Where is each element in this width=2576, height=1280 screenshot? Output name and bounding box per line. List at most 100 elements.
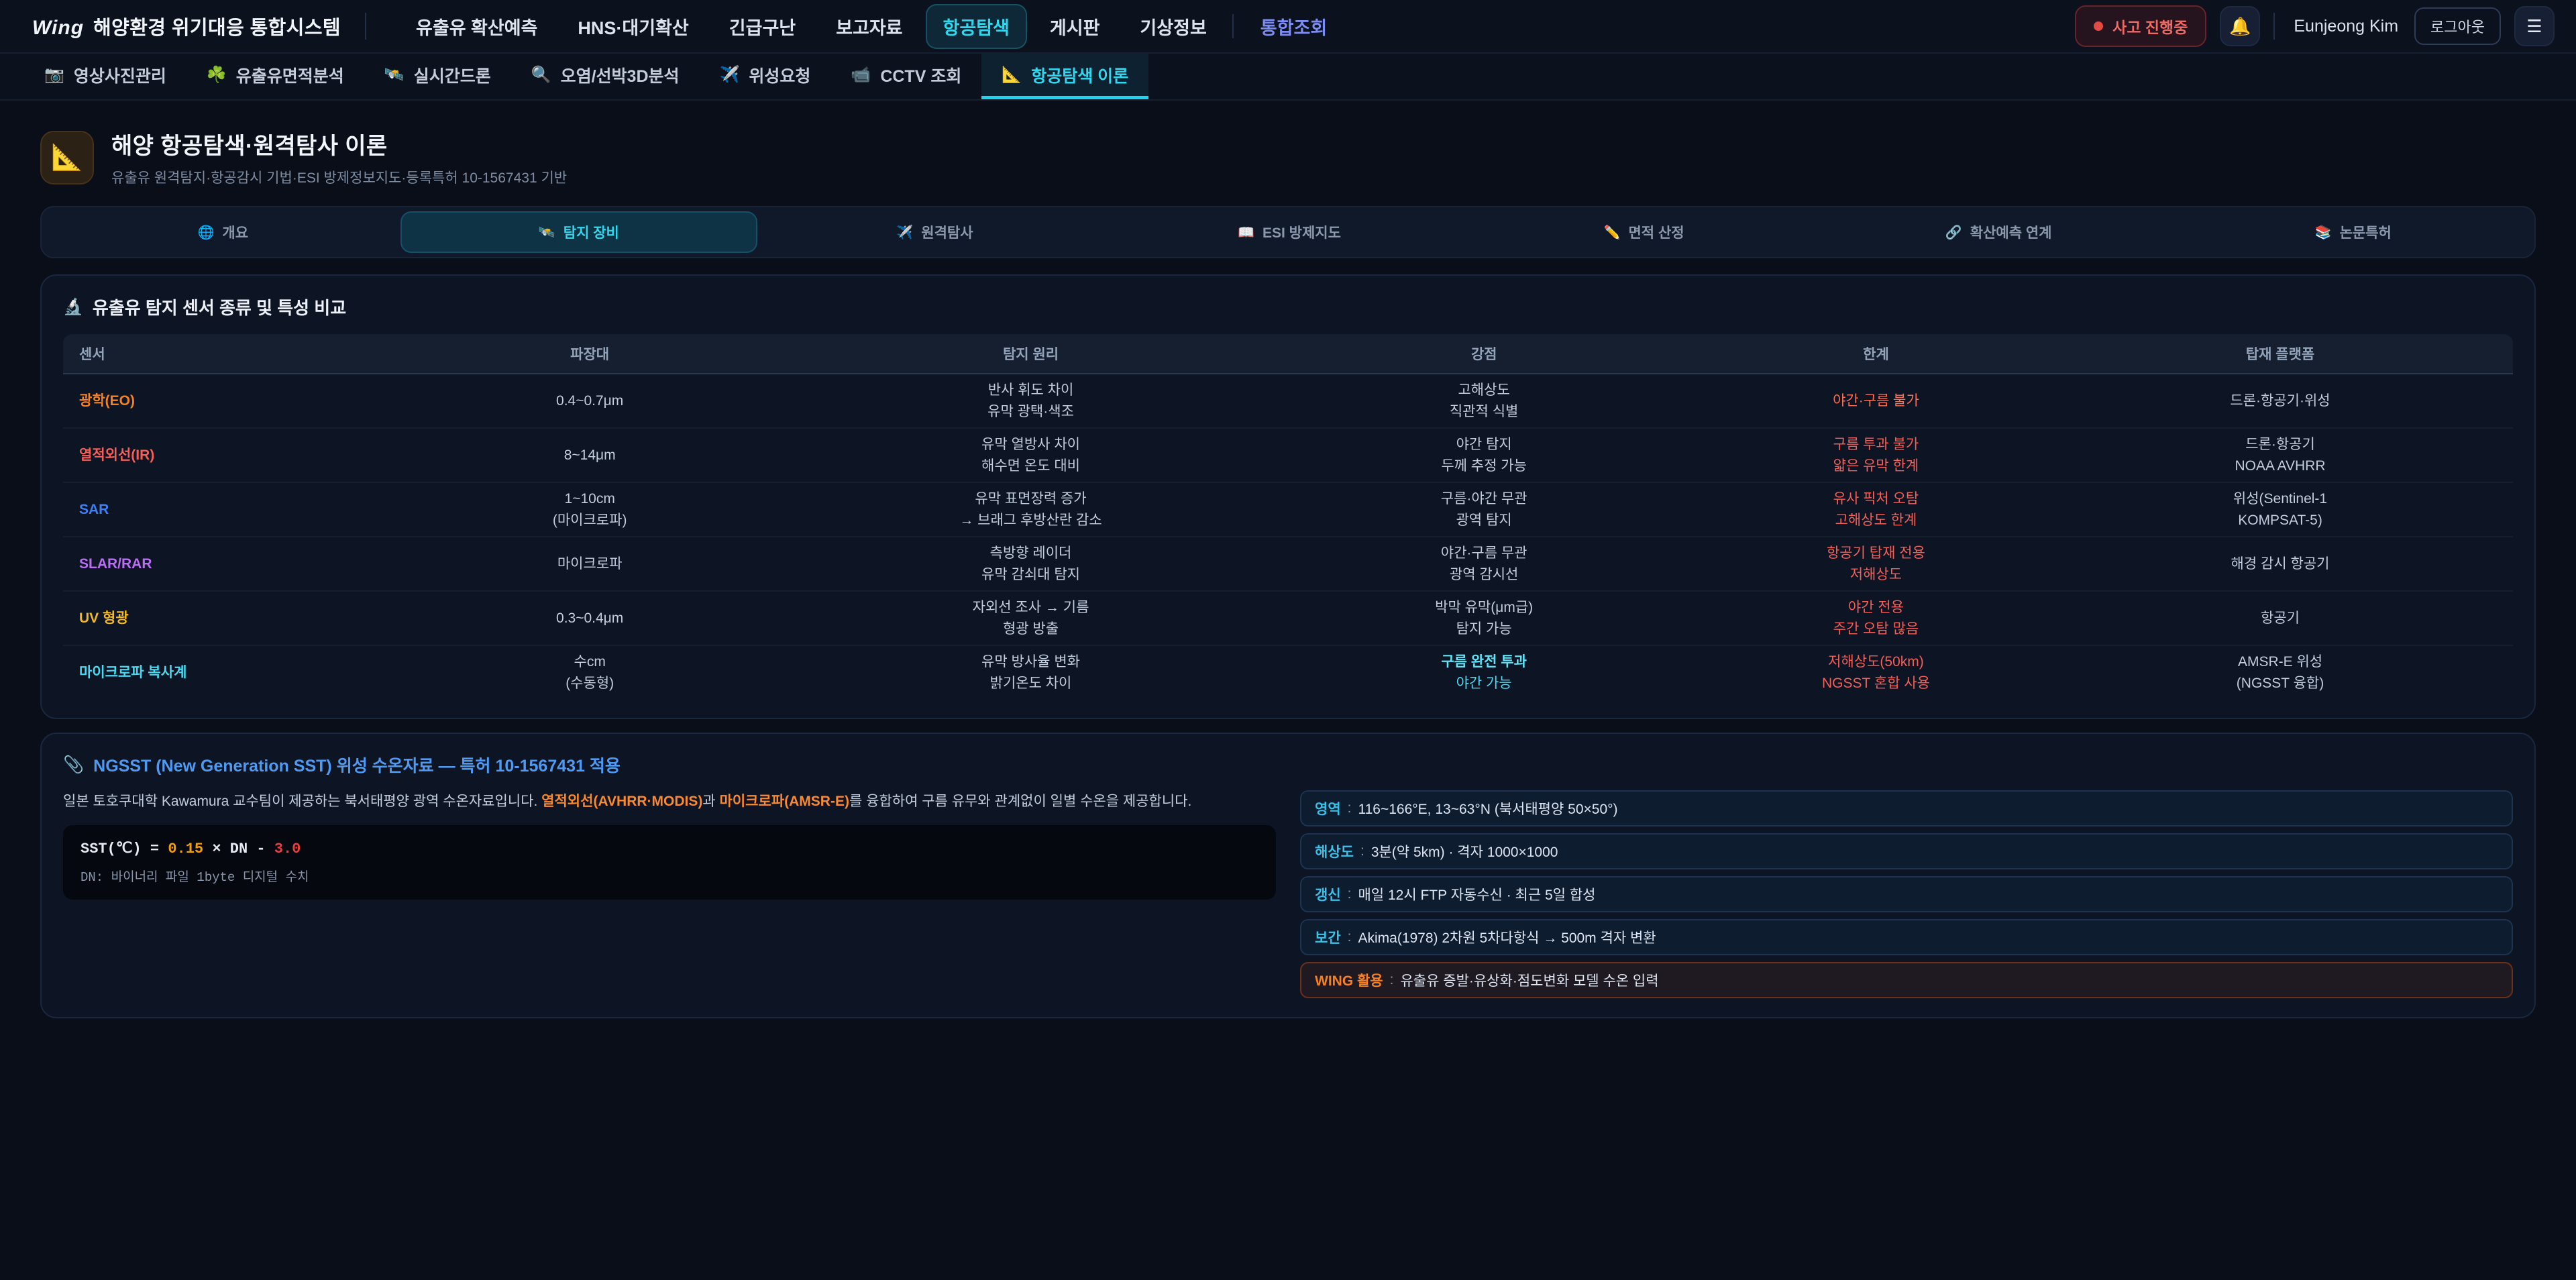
limit-cell: 구름 투과 불가얇은 유막 한계: [1705, 429, 2047, 482]
spec-label: WING 활용: [1315, 970, 1383, 990]
formula-coefficient: 0.15: [168, 841, 203, 857]
subnav-tab-오염-선박3d분석[interactable]: 🔍오염/선박3D분석: [511, 54, 700, 99]
wavelength-cell: 1~10cm(마이크로파): [382, 483, 798, 536]
subnav-tab-label: 유출유면적분석: [236, 63, 344, 87]
clover-icon: ☘️: [207, 65, 227, 85]
bell-icon: 🔔: [2229, 16, 2251, 37]
highlighted-term: 열적외선(AVHRR·MODIS): [541, 794, 702, 809]
spec-row-보간: 보간 : Akima(1978) 2차원 5차다항식 → 500m 격자 변환: [1300, 919, 2513, 955]
spec-label: 갱신: [1315, 884, 1341, 904]
sst-formula: SST(℃) = 0.15 × DN - 3.0: [80, 840, 1258, 857]
main-nav: 유출유 확산예측HNS·대기확산긴급구난보고자료항공탐색게시판기상정보 통합조회: [398, 4, 1344, 49]
column-header: 센서: [63, 334, 382, 373]
table-row: SLAR/RAR마이크로파측방향 레이더유막 감쇠대 탐지야간·구름 무관광역 …: [63, 536, 2513, 590]
principle-cell: 유막 표면장력 증가→ 브래그 후방산란 감소: [798, 483, 1264, 536]
pencil-icon: ✏️: [1604, 224, 1621, 241]
spec-row-영역: 영역 : 116~166°E, 13~63°N (북서태평양 50×50°): [1300, 790, 2513, 826]
subnav-tab-항공탐색-이론[interactable]: 📐항공탐색 이론: [981, 54, 1148, 99]
pill-tab-label: 원격탐사: [921, 222, 973, 242]
table-row: UV 형광0.3~0.4μm자외선 조사 → 기름형광 방출박막 유막(μm급)…: [63, 590, 2513, 645]
cell-line: 드론·항공기: [2061, 434, 2500, 456]
cell-line: (수동형): [395, 673, 785, 694]
wavelength-cell: 8~14μm: [382, 439, 798, 472]
book-icon: 📖: [1238, 224, 1254, 241]
nav-item-항공탐색[interactable]: 항공탐색: [926, 4, 1027, 49]
incident-status-badge: 사고 진행중: [2075, 5, 2206, 47]
ngsst-columns: 일본 토호쿠대학 Kawamura 교수팀이 제공하는 북서태평양 광역 수온자…: [63, 790, 2513, 998]
subnav-tab-label: 항공탐색 이론: [1031, 63, 1128, 87]
pill-tab-esi-방제지도[interactable]: 📖ESI 방제지도: [1112, 211, 1467, 253]
hamburger-icon: ☰: [2526, 16, 2542, 37]
pill-tab-논문특허[interactable]: 📚논문특허: [2176, 211, 2530, 253]
wavelength-cell: 마이크로파: [382, 548, 798, 580]
cell-line: 수cm: [395, 651, 785, 673]
nav-item-hns-대기확산[interactable]: HNS·대기확산: [560, 4, 706, 49]
subnav-tab-label: 위성요청: [749, 63, 810, 87]
principle-cell: 반사 휘도 차이유막 광택·색조: [798, 374, 1264, 427]
principle-cell: 유막 열방사 차이해수면 온도 대비: [798, 429, 1264, 482]
strength-cell: 구름 완전 투과야간 가능: [1263, 646, 1704, 699]
pill-tab-면적-산정[interactable]: ✏️ 면적 산정: [1466, 211, 1821, 253]
table-header-row: 센서파장대탐지 원리강점한계탑재 플랫폼: [63, 334, 2513, 374]
logout-button[interactable]: 로그아웃: [2414, 7, 2501, 45]
pill-tab-label: 면적 산정: [1628, 222, 1684, 242]
video-camera-icon: 📹: [851, 65, 871, 85]
nav-item-기상정보[interactable]: 기상정보: [1122, 4, 1224, 49]
cell-line: 드론·항공기·위성: [2061, 390, 2500, 412]
column-header: 한계: [1705, 334, 2047, 373]
pill-tab-확산예측-연계[interactable]: 🔗확산예측 연계: [1821, 211, 2176, 253]
cell-line: 광역 감시선: [1277, 564, 1690, 586]
principle-cell: 자외선 조사 → 기름형광 방출: [798, 592, 1264, 645]
strength-cell: 구름·야간 무관광역 탐지: [1263, 483, 1704, 536]
table-row: 광학(EO)0.4~0.7μm반사 휘도 차이유막 광택·색조고해상도직관적 식…: [63, 374, 2513, 427]
cell-line: 직관적 식별: [1277, 401, 1690, 423]
subnav-tab-label: 실시간드론: [414, 63, 491, 87]
pill-tab-탐지-장비[interactable]: 🛰️탐지 장비: [400, 211, 758, 253]
subnav-tab-label: 오염/선박3D분석: [561, 63, 680, 87]
section-pill-tabs: 🌐개요🛰️탐지 장비✈️원격탐사📖ESI 방제지도 ✏️ 면적 산정 🔗확산예측 연계…: [40, 206, 2536, 258]
cell-line: 유막 감쇠대 탐지: [812, 564, 1250, 586]
description-text: 일본 토호쿠대학 Kawamura 교수팀이 제공하는 북서태평양 광역 수온자…: [63, 794, 541, 809]
principle-cell: 유막 방사율 변화밝기온도 차이: [798, 646, 1264, 699]
pill-tab-원격탐사[interactable]: ✈️원격탐사: [757, 211, 1112, 253]
sensor-table-title-row: 🔬 유출유 탐지 센서 종류 및 특성 비교: [63, 295, 2513, 319]
cell-line: (NGSST 융합): [2061, 673, 2500, 694]
description-text: 과: [702, 794, 719, 809]
nav-item-유출유-확산예측[interactable]: 유출유 확산예측: [398, 4, 555, 49]
cell-line: 고해상도 한계: [1718, 510, 2034, 531]
menu-button[interactable]: ☰: [2514, 6, 2555, 46]
pill-tab-label: 논문특허: [2340, 222, 2392, 242]
subnav-tab-유출유면적분석[interactable]: ☘️ 유출유면적분석: [186, 54, 364, 99]
nav-item-게시판[interactable]: 게시판: [1032, 4, 1118, 49]
subnav-tab-실시간드론[interactable]: 🛰️실시간드론: [364, 54, 511, 99]
notifications-button[interactable]: 🔔: [2220, 6, 2260, 46]
formula-eq: =: [142, 841, 168, 857]
subnav-tabbar: 📷영상사진관리☘️유출유면적분석🛰️실시간드론🔍오염/선박3D분석✈️위성요청📹…: [0, 54, 2576, 101]
spec-colon: :: [1348, 929, 1352, 945]
satellite-icon: 🛰️: [539, 224, 555, 241]
nav-item-긴급구난[interactable]: 긴급구난: [712, 4, 813, 49]
ngsst-description: 일본 토호쿠대학 Kawamura 교수팀이 제공하는 북서태평양 광역 수온자…: [63, 790, 1276, 813]
spec-row-갱신: 갱신 : 매일 12시 FTP 자동수신 · 최근 5일 합성: [1300, 876, 2513, 912]
pill-tab-label: 확산예측 연계: [1970, 222, 2052, 242]
cell-line: 1~10cm: [395, 488, 785, 510]
spec-label: 해상도: [1315, 841, 1354, 861]
cell-line: → 브래그 후방산란 감소: [812, 510, 1250, 531]
subnav-tab-cctv-조회[interactable]: 📹CCTV 조회: [830, 54, 981, 99]
spec-value: 유출유 증발·유상화·점도변화 모델 수온 입력: [1400, 970, 1658, 990]
nav-item-통합조회[interactable]: 통합조회: [1243, 4, 1344, 49]
nav-item-보고자료[interactable]: 보고자료: [818, 4, 920, 49]
subnav-tab-영상사진관리[interactable]: 📷영상사진관리: [24, 54, 186, 99]
table-row: SAR1~10cm(마이크로파)유막 표면장력 증가→ 브래그 후방산란 감소구…: [63, 482, 2513, 536]
cell-line: 고해상도: [1277, 380, 1690, 401]
cell-line: NOAA AVHRR: [2061, 456, 2500, 477]
subnav-tab-위성요청[interactable]: ✈️위성요청: [700, 54, 831, 99]
cell-line: KOMPSAT-5): [2061, 510, 2500, 531]
pill-tab-개요[interactable]: 🌐개요: [46, 211, 400, 253]
cell-line: NGSST 혼합 사용: [1718, 673, 2034, 694]
sensor-name: SAR: [63, 494, 382, 526]
page-header-text: 해양 항공탐색·원격탐사 이론 유출유 원격탐지·항공감시 기법·ESI 방제정…: [111, 127, 567, 187]
status-dot-icon: [2094, 21, 2103, 31]
cell-line: 유막 광택·색조: [812, 401, 1250, 423]
cell-line: 밝기온도 차이: [812, 673, 1250, 694]
